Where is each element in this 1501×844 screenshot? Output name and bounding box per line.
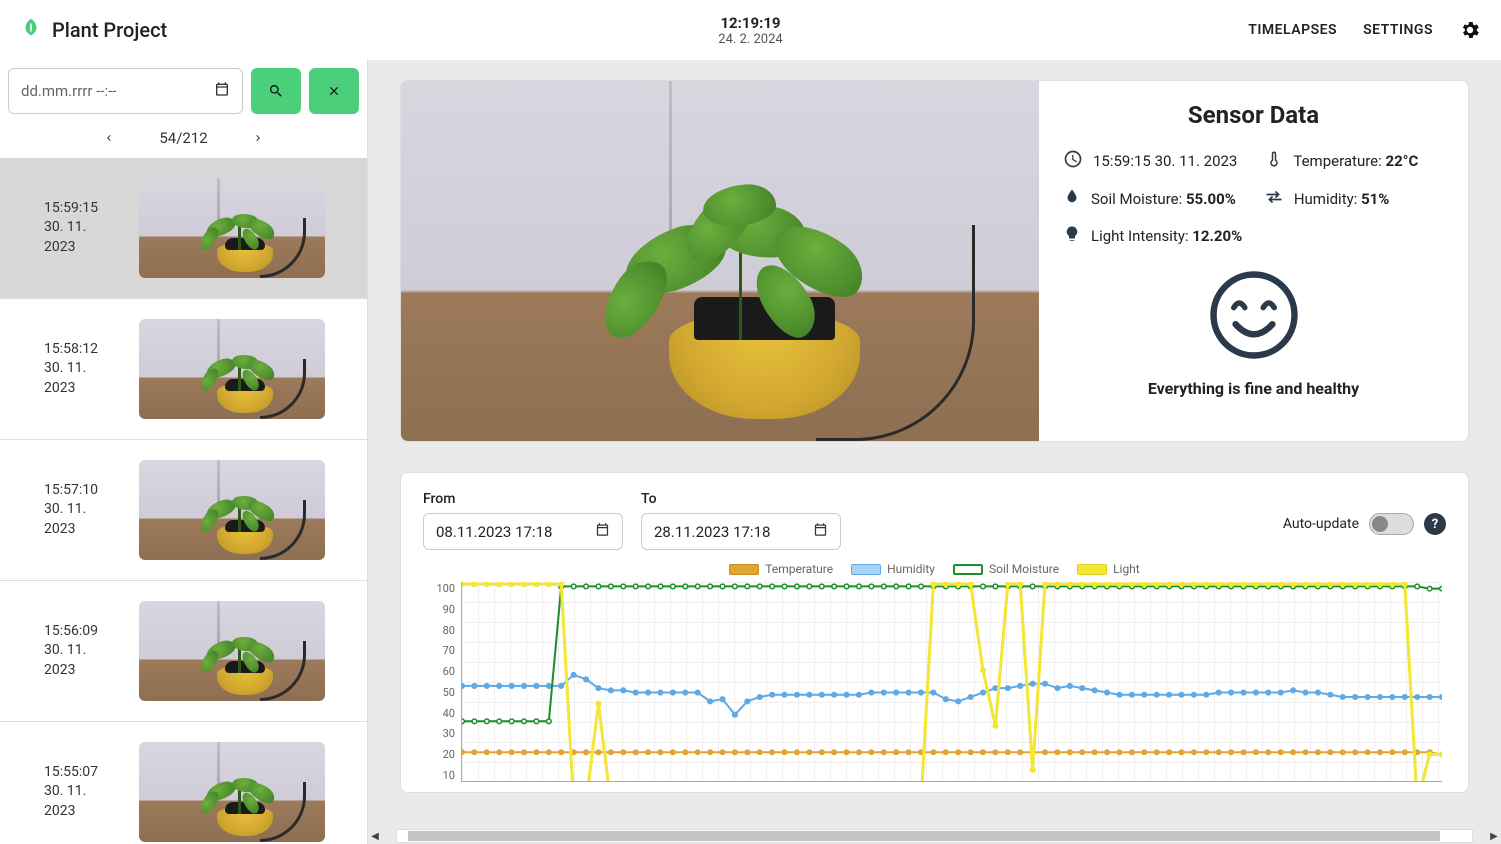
- chevron-left-icon: [103, 132, 115, 144]
- clear-button[interactable]: [309, 68, 359, 114]
- temperature-value: 22°C: [1385, 152, 1418, 170]
- thermometer-icon: [1265, 150, 1283, 172]
- app-logo-icon: [20, 17, 42, 43]
- snapshot-item[interactable]: 15:55:0730. 11. 2023: [0, 722, 367, 844]
- light-intensity-label: Light Intensity:: [1091, 227, 1192, 245]
- to-value: 28.11.2023 17:18: [654, 523, 770, 541]
- legend-humidity[interactable]: Humidity: [851, 562, 935, 576]
- humidity-label: Humidity:: [1294, 190, 1361, 208]
- status-text: Everything is fine and healthy: [1063, 379, 1444, 398]
- snapshot-timestamp: 15:55:0730. 11. 2023: [44, 763, 115, 822]
- y-tick: 90: [423, 603, 455, 616]
- search-icon: [268, 83, 284, 99]
- snapshot-thumbnail: [139, 460, 325, 560]
- header-time: 12:19:19: [718, 14, 782, 32]
- snapshot-timestamp: 15:58:1230. 11. 2023: [44, 340, 115, 399]
- horizontal-scrollbar[interactable]: ◀ ▶: [368, 828, 1501, 844]
- y-tick: 10: [423, 769, 455, 782]
- droplet-icon: [1063, 188, 1081, 210]
- y-tick: 80: [423, 624, 455, 637]
- to-label: To: [641, 491, 841, 507]
- y-tick: 30: [423, 727, 455, 740]
- sensor-chart[interactable]: 100 90 80 70 60 50 40 30 20 10: [423, 582, 1446, 782]
- y-tick: 20: [423, 748, 455, 761]
- soil-moisture-label: Soil Moisture:: [1091, 190, 1186, 208]
- y-tick: 70: [423, 644, 455, 657]
- light-intensity-value: 12.20%: [1192, 227, 1242, 245]
- calendar-icon: [813, 522, 828, 541]
- snapshot-thumbnail: [139, 601, 325, 701]
- legend-light[interactable]: Light: [1077, 562, 1140, 576]
- snapshot-item[interactable]: 15:58:1230. 11. 2023: [0, 299, 367, 440]
- search-button[interactable]: [251, 68, 301, 114]
- snapshot-thumbnail: [139, 178, 325, 278]
- snapshot-item[interactable]: 15:57:1030. 11. 2023: [0, 440, 367, 581]
- calendar-icon: [595, 522, 610, 541]
- snapshot-item[interactable]: 15:59:1530. 11. 2023: [0, 158, 367, 299]
- y-tick: 40: [423, 707, 455, 720]
- sensor-title: Sensor Data: [1063, 101, 1444, 129]
- next-page-button[interactable]: [248, 128, 268, 148]
- date-search-placeholder: dd.mm.rrrr --:--: [21, 82, 116, 100]
- smile-icon: [1208, 346, 1300, 365]
- y-tick: 60: [423, 665, 455, 678]
- temperature-label: Temperature:: [1293, 152, 1385, 170]
- soil-moisture-value: 55.00%: [1186, 190, 1236, 208]
- calendar-icon: [214, 81, 230, 101]
- main-snapshot-image: [401, 81, 1039, 441]
- date-search-input[interactable]: dd.mm.rrrr --:--: [8, 68, 243, 114]
- y-tick: 100: [423, 582, 455, 595]
- sensor-timestamp: 15:59:15 30. 11. 2023: [1093, 152, 1237, 170]
- snapshot-thumbnail: [139, 742, 325, 842]
- chevron-right-icon: [252, 132, 264, 144]
- humidity-value: 51%: [1361, 190, 1389, 208]
- clock-icon: [1063, 149, 1083, 173]
- snapshot-timestamp: 15:56:0930. 11. 2023: [44, 622, 115, 681]
- snapshot-timestamp: 15:57:1030. 11. 2023: [44, 481, 115, 540]
- snapshot-timestamp: 15:59:1530. 11. 2023: [44, 199, 115, 258]
- nav-timelapses[interactable]: TIMELAPSES: [1248, 22, 1337, 38]
- snapshot-item[interactable]: 15:56:0930. 11. 2023: [0, 581, 367, 722]
- nav-settings[interactable]: SETTINGS: [1363, 22, 1433, 38]
- scroll-left-button[interactable]: ◀: [368, 831, 382, 842]
- snapshot-thumbnail: [139, 319, 325, 419]
- close-icon: [327, 84, 341, 98]
- pager-text: 54/212: [159, 129, 207, 147]
- from-label: From: [423, 491, 623, 507]
- y-tick: 50: [423, 686, 455, 699]
- help-button[interactable]: ?: [1424, 513, 1446, 535]
- auto-update-toggle[interactable]: [1369, 513, 1414, 535]
- header-date: 24. 2. 2024: [718, 32, 782, 47]
- from-value: 08.11.2023 17:18: [436, 523, 552, 541]
- app-title: Plant Project: [52, 18, 167, 42]
- to-datetime-input[interactable]: 28.11.2023 17:18: [641, 513, 841, 550]
- humidity-icon: [1264, 187, 1284, 211]
- prev-page-button[interactable]: [99, 128, 119, 148]
- legend-soil[interactable]: Soil Moisture: [953, 562, 1059, 576]
- bulb-icon: [1063, 225, 1081, 247]
- auto-update-label: Auto-update: [1283, 516, 1359, 532]
- scroll-right-button[interactable]: ▶: [1487, 831, 1501, 842]
- legend-temperature[interactable]: Temperature: [729, 562, 833, 576]
- gear-icon[interactable]: [1459, 19, 1481, 41]
- from-datetime-input[interactable]: 08.11.2023 17:18: [423, 513, 623, 550]
